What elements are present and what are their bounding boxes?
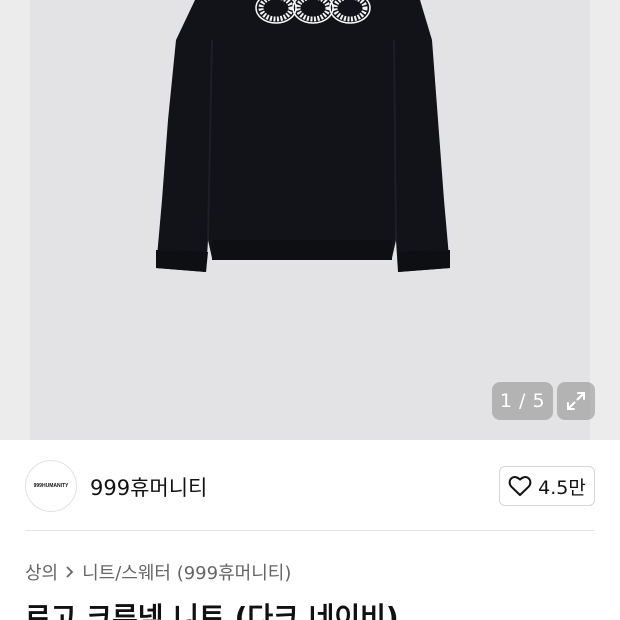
brand-logo[interactable]: 999HUMANITY xyxy=(25,460,77,512)
breadcrumb-category[interactable]: 상의 xyxy=(25,559,58,585)
heart-icon xyxy=(508,476,532,496)
breadcrumb-subcategory[interactable]: 니트/스웨터 (999휴머니티) xyxy=(82,559,291,585)
breadcrumb: 상의 니트/스웨터 (999휴머니티) xyxy=(25,559,291,585)
expand-button[interactable] xyxy=(557,382,595,420)
product-gallery[interactable]: 1 / 5 xyxy=(0,0,620,440)
product-title: 로고 크루넥 니트 (다크 네이비) xyxy=(25,601,399,620)
expand-icon xyxy=(567,392,585,410)
like-count: 4.5만 xyxy=(538,476,586,499)
chevron-right-icon xyxy=(64,565,76,579)
brand-name[interactable]: 999휴머니티 xyxy=(90,472,207,502)
like-button[interactable]: 4.5만 xyxy=(499,466,595,506)
product-image[interactable] xyxy=(0,0,620,440)
image-counter: 1 / 5 xyxy=(492,382,553,420)
brand-logo-text: 999HUMANITY xyxy=(33,483,69,489)
divider xyxy=(25,530,595,531)
image-counter-text: 1 / 5 xyxy=(499,390,546,412)
